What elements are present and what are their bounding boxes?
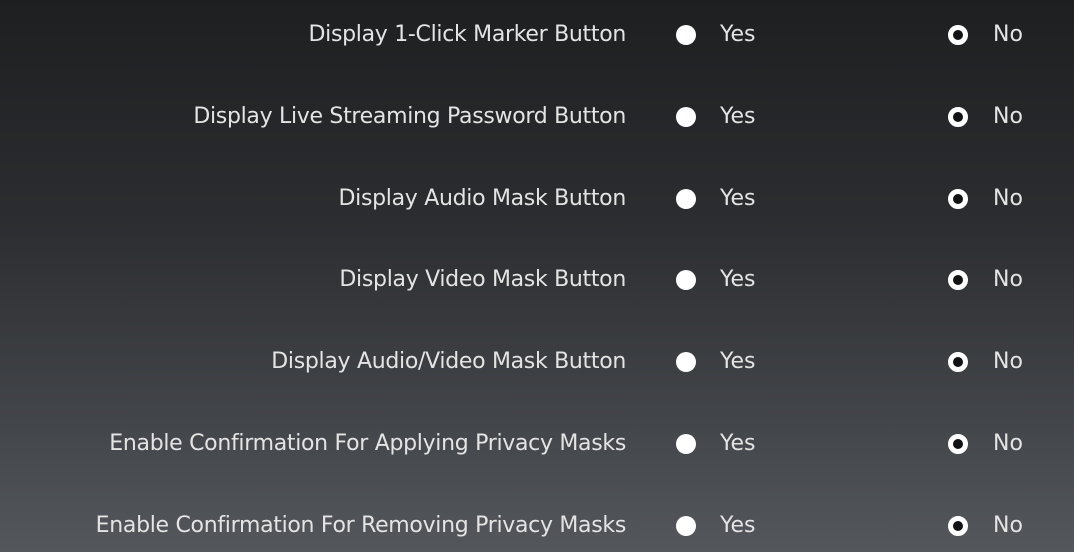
setting-label: Display Audio Mask Button [338,186,627,211]
no-radio-button[interactable] [948,270,968,290]
setting-row-1-click-marker: Display 1-Click Marker Button Yes No [0,15,1074,55]
yes-radio-option[interactable]: Yes [676,15,756,55]
yes-radio-button[interactable] [676,270,696,290]
setting-label: Display Live Streaming Password Button [193,104,626,129]
setting-row-audio-video-mask: Display Audio/Video Mask Button Yes No [0,342,1074,382]
setting-row-confirm-removing-privacy-masks: Enable Confirmation For Removing Privacy… [0,506,1074,546]
yes-radio-button[interactable] [676,107,696,127]
setting-label: Enable Confirmation For Removing Privacy… [95,513,627,538]
no-radio-option[interactable]: No [948,506,1023,546]
yes-radio-option[interactable]: Yes [676,260,756,300]
yes-radio-button[interactable] [676,352,696,372]
no-radio-option[interactable]: No [948,15,1023,55]
yes-label: Yes [720,104,756,129]
no-label: No [993,513,1023,538]
setting-label: Enable Confirmation For Applying Privacy… [109,431,626,456]
yes-radio-button[interactable] [676,189,696,209]
yes-label: Yes [720,186,756,211]
no-radio-button[interactable] [948,107,968,127]
yes-label: Yes [720,22,756,47]
no-radio-button[interactable] [948,25,968,45]
setting-row-live-streaming-password: Display Live Streaming Password Button Y… [0,97,1074,137]
yes-label: Yes [720,349,756,374]
yes-radio-option[interactable]: Yes [676,97,756,137]
setting-label: Display Video Mask Button [339,267,626,292]
yes-radio-option[interactable]: Yes [676,506,756,546]
yes-radio-button[interactable] [676,434,696,454]
setting-label: Display Audio/Video Mask Button [271,349,626,374]
no-radio-option[interactable]: No [948,424,1023,464]
yes-label: Yes [720,267,756,292]
no-radio-button[interactable] [948,352,968,372]
settings-panel: Display 1-Click Marker Button Yes No Dis… [0,0,1074,552]
yes-label: Yes [720,513,756,538]
yes-label: Yes [720,431,756,456]
no-label: No [993,186,1023,211]
no-label: No [993,104,1023,129]
no-label: No [993,22,1023,47]
no-label: No [993,349,1023,374]
setting-row-video-mask: Display Video Mask Button Yes No [0,260,1074,300]
setting-row-audio-mask: Display Audio Mask Button Yes No [0,179,1074,219]
yes-radio-option[interactable]: Yes [676,179,756,219]
no-radio-option[interactable]: No [948,260,1023,300]
no-label: No [993,267,1023,292]
no-radio-option[interactable]: No [948,342,1023,382]
no-radio-option[interactable]: No [948,179,1023,219]
yes-radio-button[interactable] [676,25,696,45]
no-radio-button[interactable] [948,516,968,536]
yes-radio-option[interactable]: Yes [676,342,756,382]
setting-row-confirm-applying-privacy-masks: Enable Confirmation For Applying Privacy… [0,424,1074,464]
no-radio-button[interactable] [948,189,968,209]
yes-radio-button[interactable] [676,516,696,536]
no-label: No [993,431,1023,456]
yes-radio-option[interactable]: Yes [676,424,756,464]
no-radio-button[interactable] [948,434,968,454]
no-radio-option[interactable]: No [948,97,1023,137]
setting-label: Display 1-Click Marker Button [308,22,627,47]
